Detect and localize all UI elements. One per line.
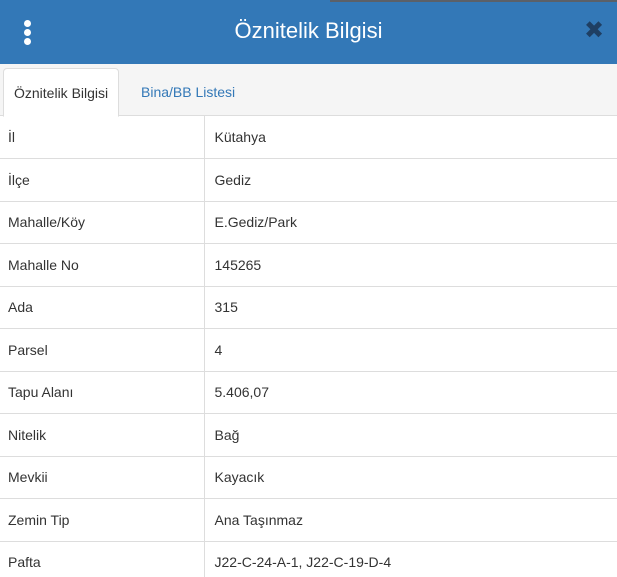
attribute-key: İlçe <box>0 158 205 202</box>
table-row: Mahalle/Köy E.Gediz/Park <box>0 201 617 244</box>
attribute-key: Mahalle No <box>0 243 205 287</box>
attribute-key: Mevkii <box>0 456 205 499</box>
table-row: Mahalle No 145265 <box>0 243 617 287</box>
attribute-value: E.Gediz/Park <box>204 201 617 244</box>
attribute-value: 5.406,07 <box>204 371 617 414</box>
panel-header: Öznitelik Bilgisi ✖ <box>0 0 617 64</box>
attribute-value: Kütahya <box>204 116 617 159</box>
close-icon[interactable]: ✖ <box>583 18 605 44</box>
attribute-value: J22-C-24-A-1, J22-C-19-D-4 <box>204 541 617 577</box>
attribute-value: Bağ <box>204 413 617 457</box>
attribute-key: Nitelik <box>0 413 205 457</box>
attribute-key: Parsel <box>0 328 205 372</box>
attribute-key: Pafta <box>0 541 205 577</box>
attribute-key: Tapu Alanı <box>0 371 205 414</box>
table-row: Pafta J22-C-24-A-1, J22-C-19-D-4 <box>0 541 617 577</box>
table-row: Parsel 4 <box>0 328 617 372</box>
attribute-value: Gediz <box>204 158 617 202</box>
tab-bina-bb-listesi[interactable]: Bina/BB Listesi <box>131 68 245 117</box>
attribute-value: Ana Taşınmaz <box>204 498 617 542</box>
table-row: Tapu Alanı 5.406,07 <box>0 371 617 414</box>
attribute-key: Ada <box>0 286 205 329</box>
attribute-table: İl Kütahya İlçe Gediz Mahalle/Köy E.Gedi… <box>0 116 617 577</box>
attribute-key: Mahalle/Köy <box>0 201 205 244</box>
tab-bar: Öznitelik Bilgisi Bina/BB Listesi <box>0 64 617 117</box>
attribute-value: 315 <box>204 286 617 329</box>
attribute-value: 145265 <box>204 243 617 287</box>
attribute-key: Zemin Tip <box>0 498 205 542</box>
table-row: Ada 315 <box>0 286 617 329</box>
panel-title: Öznitelik Bilgisi <box>234 18 383 43</box>
table-row: Mevkii Kayacık <box>0 456 617 499</box>
table-row: Nitelik Bağ <box>0 413 617 457</box>
table-row: İl Kütahya <box>0 116 617 159</box>
table-row: Zemin Tip Ana Taşınmaz <box>0 498 617 542</box>
attribute-key: İl <box>0 116 205 159</box>
tab-oznitelik-bilgisi[interactable]: Öznitelik Bilgisi <box>3 68 120 117</box>
attribute-value: Kayacık <box>204 456 617 499</box>
table-row: İlçe Gediz <box>0 158 617 202</box>
attribute-value: 4 <box>204 328 617 372</box>
